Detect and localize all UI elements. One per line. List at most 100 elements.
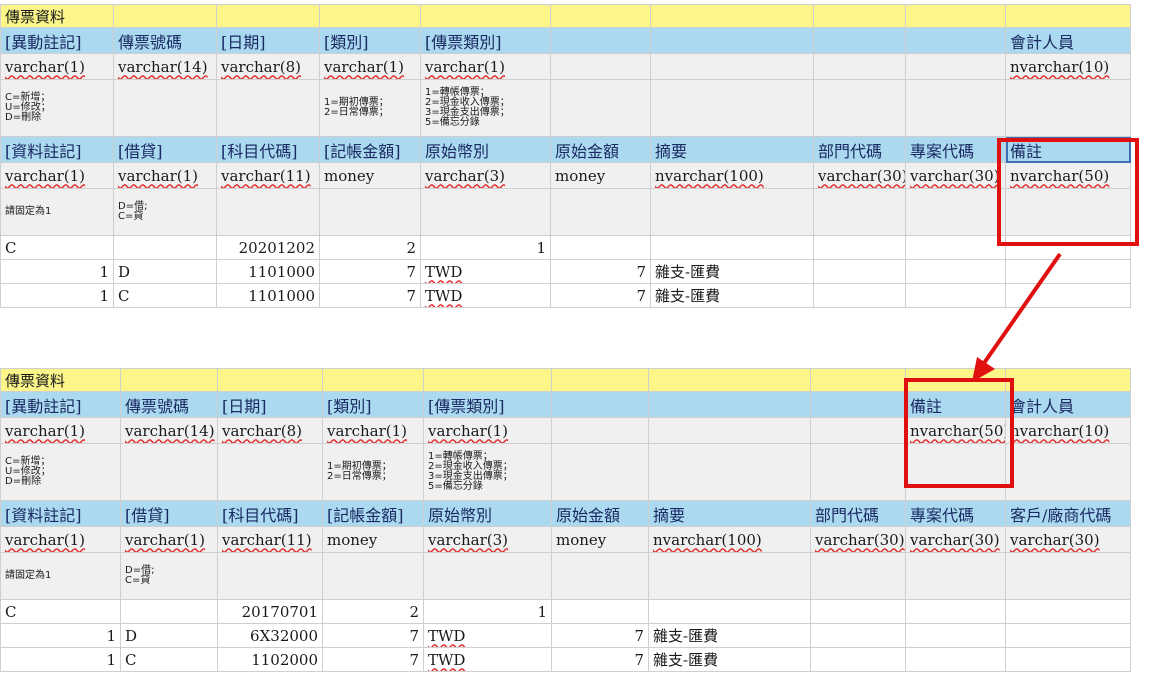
type-cell[interactable]: varchar(3) [420,162,551,189]
header-cell[interactable]: [類別] [322,391,424,418]
header-cell[interactable]: 會計人員 [1005,391,1131,418]
data-cell[interactable]: C [0,235,114,260]
type-cell[interactable]: money [319,162,421,189]
data-cell[interactable]: C [120,647,218,672]
data-cell[interactable]: 7 [322,623,424,648]
data-cell[interactable] [1005,283,1131,308]
header-cell[interactable]: [記帳金額] [322,500,424,527]
note-cell[interactable] [120,443,218,501]
type-cell[interactable]: nvarchar(100) [650,162,814,189]
type-cell[interactable]: money [322,526,424,553]
type-cell[interactable]: varchar(30) [810,526,906,553]
type-cell[interactable] [810,417,906,444]
type-cell[interactable] [905,53,1006,80]
header-cell[interactable]: 客戶/廠商代碼 [1005,500,1131,527]
header-cell[interactable]: 原始幣別 [423,500,552,527]
data-cell[interactable]: 7 [550,283,651,308]
note-cell[interactable]: D=借; C=貸 [120,552,218,600]
header-cell[interactable] [550,27,651,54]
data-cell[interactable]: 6X32000 [217,623,323,648]
type-cell[interactable]: varchar(8) [217,417,323,444]
header-cell[interactable]: [日期] [217,391,323,418]
header-cell[interactable]: [資料註記] [0,500,121,527]
data-cell[interactable] [648,599,811,624]
type-cell[interactable]: varchar(1) [120,526,218,553]
data-cell[interactable]: 1 [0,623,121,648]
note-cell[interactable]: C=新增； U=修改； D=刪除 [0,79,114,137]
type-cell[interactable] [813,53,906,80]
header-cell[interactable]: 專案代碼 [905,500,1006,527]
type-cell[interactable]: varchar(14) [113,53,217,80]
note-cell[interactable]: 1=期初傳票； 2=日常傳票； [322,443,424,501]
type-cell[interactable]: varchar(1) [322,417,424,444]
note-cell[interactable] [216,79,320,137]
data-cell[interactable] [1005,259,1131,284]
type-cell[interactable]: varchar(11) [216,162,320,189]
type-cell[interactable]: nvarchar(10) [1005,53,1131,80]
note-cell[interactable] [650,79,814,137]
note-cell[interactable] [810,552,906,600]
note-cell[interactable] [1005,552,1131,600]
data-cell[interactable]: 雜支-匯費 [648,623,811,648]
header-cell[interactable]: 專案代碼 [905,136,1006,163]
header-cell[interactable] [648,391,811,418]
data-cell[interactable] [813,259,906,284]
header-cell[interactable]: [科目代碼] [217,500,323,527]
note-cell[interactable] [813,188,906,236]
data-cell[interactable]: 雜支-匯費 [650,259,814,284]
note-cell[interactable] [216,188,320,236]
type-cell[interactable]: money [550,162,651,189]
data-cell[interactable]: 7 [551,623,649,648]
sheet-title[interactable]: 傳票資料 [0,4,114,28]
data-cell[interactable]: TWD [423,623,552,648]
header-cell[interactable]: [傳票類別] [420,27,551,54]
note-cell[interactable] [551,443,649,501]
header-cell[interactable]: [異動註記] [0,391,121,418]
header-cell[interactable] [905,27,1006,54]
type-cell[interactable]: varchar(1) [420,53,551,80]
type-cell[interactable]: varchar(1) [423,417,552,444]
data-cell[interactable] [905,235,1006,260]
note-cell[interactable] [905,79,1006,137]
data-cell[interactable] [905,283,1006,308]
type-cell[interactable]: varchar(30) [1005,526,1131,553]
note-cell[interactable] [648,552,811,600]
data-cell[interactable]: 2 [319,235,421,260]
note-cell[interactable] [650,188,814,236]
data-cell[interactable] [810,623,906,648]
data-cell[interactable]: 雜支-匯費 [650,283,814,308]
header-cell[interactable] [650,27,814,54]
header-cell[interactable]: 傳票號碼 [113,27,217,54]
note-cell[interactable] [217,443,323,501]
header-cell[interactable]: 摘要 [650,136,814,163]
header-cell[interactable]: [異動註記] [0,27,114,54]
data-cell[interactable]: 1101000 [216,283,320,308]
header-cell[interactable]: [借貸] [120,500,218,527]
header-cell[interactable]: [類別] [319,27,421,54]
header-cell[interactable]: 原始金額 [550,136,651,163]
data-cell[interactable]: 1 [0,259,114,284]
data-cell[interactable] [905,623,1006,648]
header-cell[interactable] [551,391,649,418]
data-cell[interactable] [1005,647,1131,672]
note-cell[interactable]: D=借; C=貸 [113,188,217,236]
header-cell[interactable]: 傳票號碼 [120,391,218,418]
type-cell[interactable]: varchar(14) [120,417,218,444]
header-cell[interactable]: [日期] [216,27,320,54]
type-cell[interactable]: varchar(1) [0,526,121,553]
data-cell[interactable]: 20201202 [216,235,320,260]
data-cell[interactable]: TWD [420,283,551,308]
data-cell[interactable] [113,235,217,260]
note-cell[interactable] [322,552,424,600]
type-cell[interactable] [650,53,814,80]
header-cell[interactable] [810,391,906,418]
data-cell[interactable]: 1102000 [217,647,323,672]
header-cell[interactable]: [借貸] [113,136,217,163]
data-cell[interactable]: 1 [423,599,552,624]
note-cell[interactable] [420,188,551,236]
type-cell[interactable]: varchar(1) [113,162,217,189]
note-cell[interactable] [1005,443,1131,501]
header-cell[interactable]: 原始幣別 [420,136,551,163]
header-cell[interactable]: 部門代碼 [810,500,906,527]
data-cell[interactable] [550,235,651,260]
